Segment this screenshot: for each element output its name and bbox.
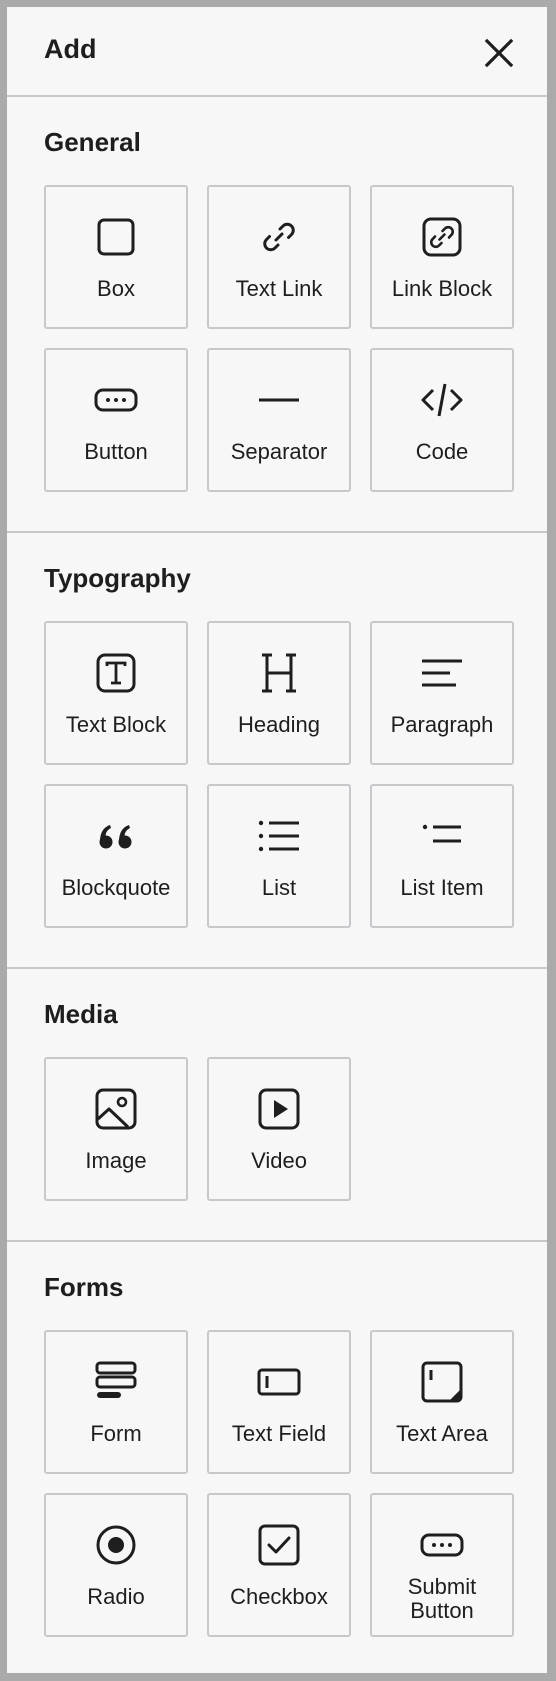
block-checkbox-tile[interactable]: Checkbox	[207, 1493, 351, 1637]
link-icon	[257, 215, 301, 259]
block-image-tile[interactable]: Image	[44, 1057, 188, 1201]
block-label: List	[261, 875, 297, 900]
block-code-tile[interactable]: Code	[370, 348, 514, 492]
block-label: Link Block	[391, 276, 493, 301]
block-blockquote-tile[interactable]: Blockquote	[44, 784, 188, 928]
block-radio-tile[interactable]: Radio	[44, 1493, 188, 1637]
blockquote-icon	[94, 814, 138, 858]
list-icon	[257, 814, 301, 858]
block-label: Form	[90, 1421, 142, 1446]
block-label: Paragraph	[390, 712, 494, 737]
block-text-field-tile[interactable]: Text Field	[207, 1330, 351, 1474]
block-button-tile[interactable]: Button	[44, 348, 188, 492]
link-block-icon	[420, 215, 464, 259]
list-item-icon	[420, 814, 464, 858]
section-forms: Forms Form Text Field Text Area Radio Ch…	[7, 1242, 547, 1669]
text-area-icon	[420, 1360, 464, 1404]
block-list-tile[interactable]: List	[207, 784, 351, 928]
block-label: Text Field	[231, 1421, 327, 1446]
section-title: Forms	[44, 1272, 124, 1302]
block-list-item-tile[interactable]: List Item	[370, 784, 514, 928]
block-link-block-tile[interactable]: Link Block	[370, 185, 514, 329]
block-video-tile[interactable]: Video	[207, 1057, 351, 1201]
button-icon	[94, 378, 138, 422]
image-icon	[94, 1087, 138, 1131]
block-text-block-tile[interactable]: Text Block	[44, 621, 188, 765]
radio-icon	[94, 1523, 138, 1567]
block-label: Text Area	[396, 1421, 488, 1446]
block-label: Heading	[238, 712, 320, 737]
block-label: Text Link	[235, 276, 323, 301]
section-title: Media	[44, 999, 118, 1029]
block-label: Separator	[230, 439, 328, 464]
heading-icon	[257, 651, 301, 695]
video-icon	[257, 1087, 301, 1131]
block-text-area-tile[interactable]: Text Area	[370, 1330, 514, 1474]
block-separator-tile[interactable]: Separator	[207, 348, 351, 492]
text-field-icon	[257, 1360, 301, 1404]
section-general: General Box Text Link Link Block Button …	[7, 97, 547, 533]
block-label: Image	[85, 1148, 147, 1173]
close-icon	[484, 38, 514, 68]
block-label: Blockquote	[61, 875, 171, 900]
block-label: Checkbox	[230, 1584, 328, 1609]
block-heading-tile[interactable]: Heading	[207, 621, 351, 765]
form-icon	[94, 1360, 138, 1404]
code-icon	[420, 378, 464, 422]
separator-icon	[257, 378, 301, 422]
block-label: Video	[251, 1148, 307, 1173]
panel-header: Add	[7, 7, 547, 97]
block-label: Text Block	[65, 712, 167, 737]
block-label: List Item	[400, 875, 484, 900]
checkbox-icon	[257, 1523, 301, 1567]
block-label: Code	[415, 439, 469, 464]
block-box-tile[interactable]: Box	[44, 185, 188, 329]
section-title: Typography	[44, 563, 191, 593]
block-label: Box	[97, 276, 135, 301]
section-title: General	[44, 127, 141, 157]
block-submit-button-tile[interactable]: Submit Button	[370, 1493, 514, 1637]
block-label: Button	[84, 439, 148, 464]
section-typography: Typography Text Block Heading Paragraph …	[7, 533, 547, 969]
block-label: Submit Button	[407, 1574, 477, 1623]
block-label: Radio	[87, 1584, 145, 1609]
block-text-link-tile[interactable]: Text Link	[207, 185, 351, 329]
box-icon	[94, 215, 138, 259]
panel-title: Add	[44, 34, 97, 64]
section-media: Media Image Video	[7, 969, 547, 1242]
block-form-tile[interactable]: Form	[44, 1330, 188, 1474]
text-block-icon	[94, 651, 138, 695]
close-button[interactable]	[477, 31, 521, 75]
block-paragraph-tile[interactable]: Paragraph	[370, 621, 514, 765]
add-panel: Add General Box Text Link Link Block But…	[7, 7, 547, 1673]
paragraph-icon	[420, 651, 464, 695]
submit-button-icon	[420, 1523, 464, 1567]
